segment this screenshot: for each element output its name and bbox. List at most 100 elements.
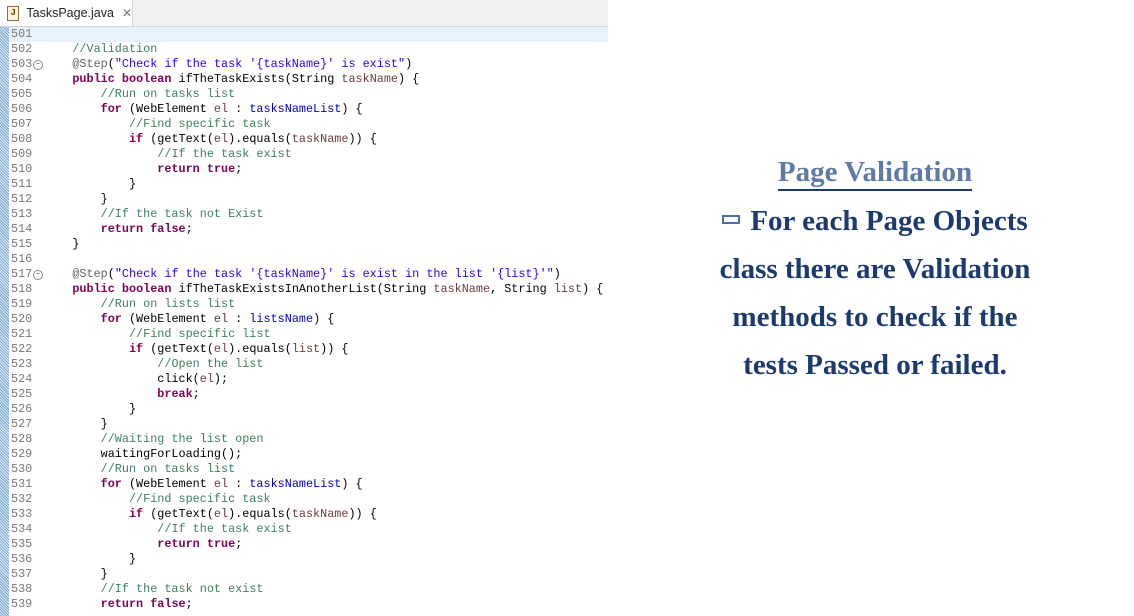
line-number: 510 xyxy=(11,162,33,176)
code-line[interactable]: 505 //Run on tasks list xyxy=(9,87,608,102)
line-number: 515 xyxy=(11,237,33,251)
line-number: 514 xyxy=(11,222,33,236)
slide-panel: Page Validation For each Page Objects cl… xyxy=(690,155,1060,389)
code-line[interactable]: 520 for (WebElement el : listsName) { xyxy=(9,312,608,327)
code-token: list xyxy=(291,342,321,356)
code-line[interactable]: 506 for (WebElement el : tasksNameList) … xyxy=(9,102,608,117)
line-number: 520 xyxy=(11,312,33,326)
code-line[interactable]: 514 return false; xyxy=(9,222,608,237)
line-number: 521 xyxy=(11,327,33,341)
code-token: //If the task exist xyxy=(157,522,292,536)
code-token: //Find specific list xyxy=(128,327,271,341)
line-number: 505 xyxy=(11,87,33,101)
line-number: 528 xyxy=(11,432,33,446)
code-token: click( xyxy=(44,372,200,386)
code-line[interactable]: 538 //If the task not exist xyxy=(9,582,608,597)
code-token: return xyxy=(100,597,144,611)
code-text: //Open the list xyxy=(44,357,263,371)
code-line[interactable]: 536 } xyxy=(9,552,608,567)
editor-tab-taskspage[interactable]: J TasksPage.java ✕ xyxy=(0,0,133,26)
code-line[interactable]: 534 //If the task exist xyxy=(9,522,608,537)
code-token: return xyxy=(100,222,144,236)
close-icon[interactable]: ✕ xyxy=(122,6,132,20)
line-number: 526 xyxy=(11,402,33,416)
code-text: } xyxy=(44,192,108,206)
line-number: 527 xyxy=(11,417,33,431)
line-number: 506 xyxy=(11,102,33,116)
line-number: 501 xyxy=(11,27,33,41)
code-text: return true; xyxy=(44,162,242,176)
code-line[interactable]: 535 return true; xyxy=(9,537,608,552)
code-token: } xyxy=(44,417,108,431)
code-line[interactable]: 508 if (getText(el).equals(taskName)) { xyxy=(9,132,608,147)
code-line[interactable]: 517− @Step("Check if the task '{taskName… xyxy=(9,267,608,282)
code-line[interactable]: 511 } xyxy=(9,177,608,192)
code-token: //Run on lists list xyxy=(100,297,236,311)
code-line[interactable]: 512 } xyxy=(9,192,608,207)
code-line[interactable]: 516 xyxy=(9,252,608,267)
code-token: boolean xyxy=(121,72,172,86)
code-line[interactable]: 523 //Open the list xyxy=(9,357,608,372)
code-token: taskName xyxy=(433,282,491,296)
fold-collapse-icon[interactable]: − xyxy=(33,60,43,70)
code-text: @Step("Check if the task '{taskName}' is… xyxy=(44,57,412,71)
java-file-icon: J xyxy=(7,5,20,21)
code-text: //If the task exist xyxy=(44,522,292,536)
code-token: : xyxy=(228,102,250,116)
code-token: ; xyxy=(192,387,200,401)
code-line[interactable]: 528 //Waiting the list open xyxy=(9,432,608,447)
code-line[interactable]: 515 } xyxy=(9,237,608,252)
code-token: if xyxy=(128,132,144,146)
code-line[interactable]: 507 //Find specific task xyxy=(9,117,608,132)
code-token: (WebElement xyxy=(121,312,214,326)
code-token: el xyxy=(213,312,229,326)
code-line[interactable]: 503− @Step("Check if the task '{taskName… xyxy=(9,57,608,72)
code-token: break xyxy=(157,387,193,401)
code-token: taskName xyxy=(291,132,349,146)
code-line[interactable]: 522 if (getText(el).equals(list)) { xyxy=(9,342,608,357)
code-line[interactable]: 504 public boolean ifTheTaskExists(Strin… xyxy=(9,72,608,87)
line-number: 536 xyxy=(11,552,33,566)
code-area[interactable]: 501 502 //Validation 503− @Step("Check if … xyxy=(9,27,608,612)
code-editor[interactable]: J TasksPage.java ✕ 501 502 //Validation 50… xyxy=(0,0,608,616)
code-line[interactable]: 501 xyxy=(9,27,608,42)
code-token: } xyxy=(44,402,137,416)
code-line[interactable]: 526 } xyxy=(9,402,608,417)
code-line[interactable]: 509 //If the task exist xyxy=(9,147,608,162)
code-text: //Run on tasks list xyxy=(44,462,236,476)
code-text: public boolean ifTheTaskExists(String ta… xyxy=(44,72,419,86)
code-line[interactable]: 527 } xyxy=(9,417,608,432)
code-token: ( xyxy=(107,57,115,71)
overview-ruler xyxy=(0,27,9,616)
code-line[interactable]: 513 //If the task not Exist xyxy=(9,207,608,222)
code-token: waitingForLoading(); xyxy=(44,447,243,461)
fold-collapse-icon[interactable]: − xyxy=(33,270,43,280)
code-line[interactable]: 533 if (getText(el).equals(taskName)) { xyxy=(9,507,608,522)
code-line[interactable]: 510 return true; xyxy=(9,162,608,177)
code-line[interactable]: 525 break; xyxy=(9,387,608,402)
line-number: 511 xyxy=(11,177,33,191)
code-line[interactable]: 537 } xyxy=(9,567,608,582)
code-line[interactable]: 502 //Validation xyxy=(9,42,608,57)
line-number: 537 xyxy=(11,567,33,581)
code-line[interactable]: 530 //Run on tasks list xyxy=(9,462,608,477)
code-line[interactable]: 529 waitingForLoading(); xyxy=(9,447,608,462)
code-token: true xyxy=(206,537,236,551)
code-line[interactable]: 532 //Find specific task xyxy=(9,492,608,507)
code-line[interactable]: 521 //Find specific list xyxy=(9,327,608,342)
code-line[interactable]: 531 for (WebElement el : tasksNameList) … xyxy=(9,477,608,492)
code-line[interactable]: 524 click(el); xyxy=(9,372,608,387)
code-line[interactable]: 539 return false; xyxy=(9,597,608,612)
code-line[interactable]: 518 public boolean ifTheTaskExistsInAnot… xyxy=(9,282,608,297)
code-token: } xyxy=(44,177,137,191)
code-token: ) { xyxy=(582,282,604,296)
code-line[interactable]: 519 //Run on lists list xyxy=(9,297,608,312)
code-token: ; xyxy=(235,162,243,176)
code-text: waitingForLoading(); xyxy=(44,447,243,461)
